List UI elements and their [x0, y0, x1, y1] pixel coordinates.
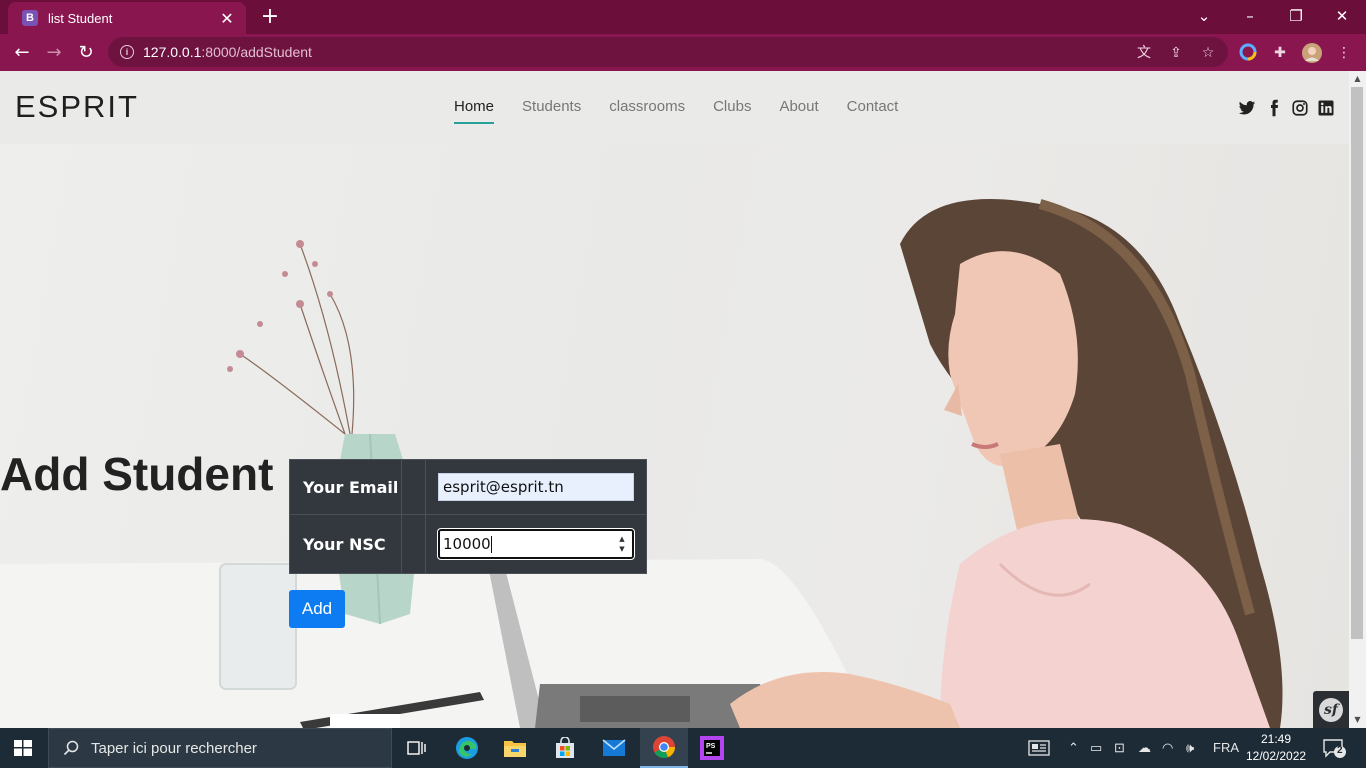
- scroll-down-icon[interactable]: ▼: [1349, 712, 1366, 728]
- browser-tabstrip: B list Student ✕ + ⌄ – ❐ ✕: [0, 0, 1366, 34]
- translate-icon[interactable]: 文: [1134, 43, 1154, 63]
- email-label: Your Email: [289, 458, 402, 516]
- network-warning-icon[interactable]: ⊡: [1114, 740, 1125, 756]
- nsc-label: Your NSC: [289, 514, 402, 574]
- file-explorer-icon[interactable]: [491, 728, 539, 768]
- nav-clubs[interactable]: Clubs: [713, 98, 751, 115]
- volume-icon[interactable]: 🕪: [1186, 740, 1194, 756]
- nav-students[interactable]: Students: [522, 98, 581, 115]
- tray-overflow-chevron-icon[interactable]: ⌃: [1068, 740, 1079, 756]
- clock-date: 12/02/2022: [1246, 749, 1307, 763]
- phpstorm-icon[interactable]: PS: [688, 728, 736, 768]
- extensions-puzzle-icon[interactable]: ✚: [1270, 43, 1290, 63]
- site-info-icon[interactable]: i: [120, 45, 134, 59]
- extension-ring-icon[interactable]: [1238, 43, 1258, 63]
- new-tab-icon[interactable]: +: [258, 5, 282, 29]
- notification-count: 2: [1337, 745, 1343, 756]
- windows-start-icon[interactable]: [14, 740, 32, 756]
- nsc-cell: 10000 ▲ ▼: [425, 514, 647, 574]
- notifications-icon[interactable]: 2: [1322, 737, 1346, 762]
- site-header: ESPRIT Home Students classrooms Clubs Ab…: [0, 71, 1349, 144]
- windows-taskbar: Taper ici pour rechercher PS ⌃ ▭ ⊡ ☁ ◠ 🕪…: [0, 728, 1366, 768]
- linkedin-icon[interactable]: [1317, 99, 1335, 117]
- bootstrap-favicon-icon: B: [22, 10, 38, 26]
- symfony-debug-toolbar[interactable]: sf: [1313, 691, 1349, 728]
- chrome-icon[interactable]: [640, 728, 688, 768]
- browser-menu-icon[interactable]: ⋮: [1334, 43, 1354, 63]
- task-view-icon[interactable]: [392, 728, 440, 768]
- search-placeholder: Taper ici pour rechercher: [91, 739, 257, 757]
- forward-icon[interactable]: →: [41, 40, 67, 66]
- cell-divider: [401, 458, 426, 516]
- add-button[interactable]: Add: [289, 590, 345, 628]
- nsc-value: 10000: [443, 535, 491, 554]
- hero-section: Add Student Your Email esprit@esprit.tn …: [0, 144, 1349, 728]
- nav-classrooms[interactable]: classrooms: [609, 98, 685, 115]
- nav-about[interactable]: About: [779, 98, 818, 115]
- taskbar-search[interactable]: Taper ici pour rechercher: [48, 728, 392, 768]
- search-icon: [63, 740, 79, 756]
- email-row: Your Email esprit@esprit.tn: [289, 458, 647, 516]
- battery-icon[interactable]: ▭: [1090, 740, 1102, 756]
- nav-home[interactable]: Home: [454, 98, 495, 124]
- tab-search-chevron-icon[interactable]: ⌄: [1181, 4, 1227, 28]
- minimize-icon[interactable]: –: [1227, 4, 1273, 28]
- tab-title: list Student: [48, 10, 113, 26]
- browser-toolbar: ← → ↻ i 127.0.0.1:8000/addStudent 文 ⇪ ☆ …: [0, 34, 1366, 71]
- add-student-form: Your Email esprit@esprit.tn Your NSC 100…: [289, 458, 647, 574]
- number-spinner[interactable]: ▲ ▼: [616, 534, 628, 554]
- nav-contact[interactable]: Contact: [847, 98, 899, 115]
- svg-text:PS: PS: [706, 743, 716, 750]
- browser-tab[interactable]: B list Student ✕: [8, 2, 246, 34]
- address-bar[interactable]: i 127.0.0.1:8000/addStudent: [108, 37, 1228, 67]
- nsc-row: Your NSC 10000 ▲ ▼: [289, 514, 647, 574]
- tab-close-icon[interactable]: ✕: [218, 9, 236, 28]
- email-cell: esprit@esprit.tn: [425, 458, 647, 516]
- instagram-icon[interactable]: [1291, 99, 1309, 117]
- news-widget-icon[interactable]: [1028, 740, 1050, 759]
- cell-divider: [401, 514, 426, 574]
- page-heading: Add Student: [0, 448, 274, 500]
- onedrive-cloud-icon[interactable]: ☁: [1138, 740, 1151, 756]
- wifi-icon[interactable]: ◠: [1162, 740, 1173, 756]
- hero-background-photo: [0, 199, 1283, 728]
- facebook-icon[interactable]: [1265, 99, 1283, 117]
- twitter-icon[interactable]: [1238, 99, 1256, 117]
- page-scrollbar[interactable]: ▲ ▼: [1349, 71, 1366, 728]
- email-input[interactable]: esprit@esprit.tn: [438, 473, 634, 502]
- restore-icon[interactable]: ❐: [1273, 4, 1319, 28]
- scroll-thumb[interactable]: [1351, 87, 1363, 639]
- main-nav: Home Students classrooms Clubs About Con…: [454, 98, 926, 124]
- close-window-icon[interactable]: ✕: [1319, 4, 1365, 28]
- site-logo[interactable]: ESPRIT: [15, 89, 139, 125]
- bookmark-star-icon[interactable]: ☆: [1198, 43, 1218, 63]
- profile-avatar[interactable]: [1302, 43, 1322, 63]
- nsc-number-input[interactable]: 10000 ▲ ▼: [438, 529, 634, 560]
- reload-icon[interactable]: ↻: [73, 40, 99, 66]
- taskbar-clock[interactable]: 21:49 12/02/2022: [1246, 731, 1306, 765]
- share-icon[interactable]: ⇪: [1166, 43, 1186, 63]
- text-cursor: [490, 535, 492, 553]
- clock-time: 21:49: [1260, 732, 1292, 746]
- language-indicator[interactable]: FRA: [1213, 740, 1239, 755]
- microsoft-store-icon[interactable]: [541, 728, 589, 768]
- web-page: Add Student Your Email esprit@esprit.tn …: [0, 71, 1349, 728]
- symfony-icon: sf: [1319, 697, 1343, 722]
- back-icon[interactable]: ←: [9, 40, 35, 66]
- mail-icon[interactable]: [590, 728, 638, 768]
- url-text: 127.0.0.1:8000/addStudent: [143, 44, 312, 60]
- scroll-up-icon[interactable]: ▲: [1349, 71, 1366, 87]
- edge-icon[interactable]: [443, 728, 491, 768]
